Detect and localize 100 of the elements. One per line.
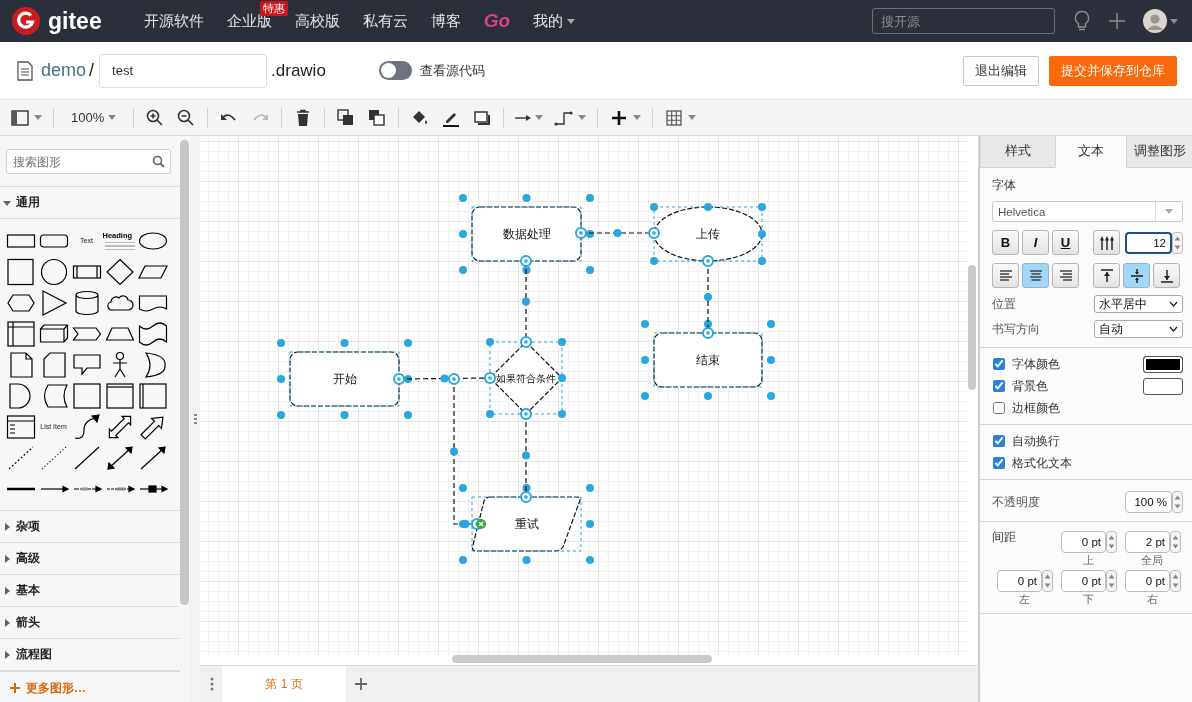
selection-handles[interactable]: [641, 320, 775, 400]
circle-icon[interactable]: [38, 257, 69, 286]
zoom-dropdown[interactable]: 100%: [63, 104, 125, 131]
spacing-field[interactable]: 0 pt: [1061, 570, 1106, 592]
double-arrow-line-icon[interactable]: [104, 443, 135, 472]
spacing-field[interactable]: 0 pt: [1061, 531, 1106, 553]
nav-link[interactable]: 私有云: [362, 11, 408, 31]
field-caption: 右: [1146, 592, 1158, 607]
select-field[interactable]: 水平居中: [1094, 295, 1183, 313]
filename-field[interactable]: test: [99, 53, 268, 88]
nav-link[interactable]: 高校版: [294, 11, 340, 31]
field-caption: 下: [1082, 592, 1094, 607]
checkbox[interactable]: [993, 358, 1005, 370]
rounded-rectangle[interactable]: [653, 332, 763, 388]
connector-line[interactable]: [702, 255, 714, 339]
lightbulb-icon[interactable]: [1073, 10, 1091, 32]
align-bottom-button[interactable]: [1153, 263, 1180, 288]
opacity-field[interactable]: 100 %: [1125, 491, 1172, 513]
toggle-label: 查看源代码: [419, 61, 485, 80]
caret-icon: [535, 115, 544, 120]
spinner-icon[interactable]: [1170, 531, 1181, 553]
field-label: 不透明度: [992, 494, 1040, 510]
caret-icon: [578, 115, 587, 120]
bold-button[interactable]: B: [992, 230, 1019, 255]
node-label: 结束: [696, 353, 720, 367]
connector-line[interactable]: [393, 372, 496, 385]
spinner-icon[interactable]: [1106, 570, 1117, 592]
checkbox-label: 格式化文本: [1012, 455, 1072, 471]
align-center-button[interactable]: [1022, 263, 1049, 288]
square-icon[interactable]: [5, 257, 36, 286]
table-icon: [664, 107, 685, 128]
more-options-icon[interactable]: [210, 677, 214, 691]
logo-text[interactable]: gitee: [48, 7, 102, 35]
diamond-icon[interactable]: [104, 257, 135, 286]
align-left-button[interactable]: [992, 263, 1019, 288]
scrollbar[interactable]: [968, 265, 976, 390]
caret-icon: [567, 18, 576, 24]
add-page-icon[interactable]: [355, 678, 367, 690]
file-extension: .drawio: [271, 60, 326, 81]
checkbox[interactable]: [993, 457, 1005, 469]
section-header[interactable]: 流程图: [0, 639, 180, 671]
spacing-field[interactable]: 0 pt: [1125, 570, 1170, 592]
caret-icon: [34, 115, 42, 120]
checkbox[interactable]: [993, 402, 1005, 414]
color-swatch[interactable]: [1143, 355, 1183, 373]
font-dropdown[interactable]: Helvetica: [992, 201, 1183, 222]
tape-icon[interactable]: [137, 319, 168, 348]
avatar-icon[interactable]: [1143, 9, 1167, 33]
toggle-switch[interactable]: [378, 61, 412, 80]
vertical-text-button[interactable]: [1093, 230, 1120, 255]
spacing-field[interactable]: 2 pt: [1125, 531, 1170, 553]
connector-line[interactable]: [448, 373, 486, 530]
italic-button[interactable]: I: [1022, 230, 1049, 255]
checkbox-label: 自动换行: [1012, 433, 1060, 449]
checkbox-label: 背景色: [1012, 378, 1048, 394]
spinner-icon[interactable]: [1172, 491, 1183, 513]
selection-handles[interactable]: [277, 339, 412, 419]
connector-line[interactable]: [520, 255, 532, 348]
plus-icon[interactable]: [1109, 13, 1125, 29]
selection-handles[interactable]: [459, 194, 594, 274]
spinner-icon[interactable]: [1042, 570, 1053, 592]
checkbox-label: 边框颜色: [1012, 400, 1060, 416]
exit-button[interactable]: 退出编辑: [963, 55, 1039, 86]
align-middle-button[interactable]: [1123, 263, 1150, 288]
list-icon[interactable]: [5, 412, 36, 441]
spinner-icon[interactable]: [1170, 570, 1181, 592]
checkbox[interactable]: [993, 380, 1005, 392]
scrollbar[interactable]: [452, 655, 712, 663]
scrollbar[interactable]: [180, 140, 189, 605]
repo-link[interactable]: demo: [41, 60, 87, 81]
internal-storage-icon[interactable]: [5, 319, 36, 348]
container-icon[interactable]: [137, 381, 168, 410]
section-header[interactable]: 箭头: [0, 607, 180, 639]
align-top-button[interactable]: [1093, 263, 1120, 288]
nav-link[interactable]: 开源软件: [143, 11, 204, 31]
font-size-field[interactable]: 12: [1125, 231, 1172, 254]
rounded-rectangle[interactable]: [289, 351, 400, 407]
underline-button[interactable]: U: [1052, 230, 1079, 255]
spacing-field[interactable]: 0 pt: [997, 570, 1042, 592]
connector-line[interactable]: [520, 408, 532, 503]
frame-icon[interactable]: [104, 381, 135, 410]
send-to-back-icon: [367, 107, 388, 128]
spinner-icon[interactable]: [1106, 531, 1117, 553]
search-field[interactable]: 搜开源: [872, 8, 1055, 34]
select-field[interactable]: 自动: [1094, 320, 1183, 338]
checkbox[interactable]: [993, 435, 1005, 447]
selection-handles[interactable]: [459, 484, 594, 564]
panel-tab[interactable]: 调整图形: [1126, 136, 1192, 168]
color-swatch[interactable]: [1143, 377, 1183, 395]
user-menu[interactable]: 我的: [533, 11, 576, 31]
align-right-button[interactable]: [1052, 263, 1079, 288]
grip-icon[interactable]: [193, 414, 197, 424]
parallelogram-shape[interactable]: [471, 496, 581, 552]
panel-tab[interactable]: 样式: [980, 136, 1055, 168]
nav-link[interactable]: 博客: [430, 11, 461, 31]
field-caption: 左: [1018, 592, 1030, 607]
checkbox-label: 字体颜色: [1012, 356, 1060, 372]
spinner-icon[interactable]: [1172, 231, 1183, 254]
field-caption: 全局: [1141, 553, 1163, 568]
rounded-rectangle[interactable]: [471, 206, 582, 262]
